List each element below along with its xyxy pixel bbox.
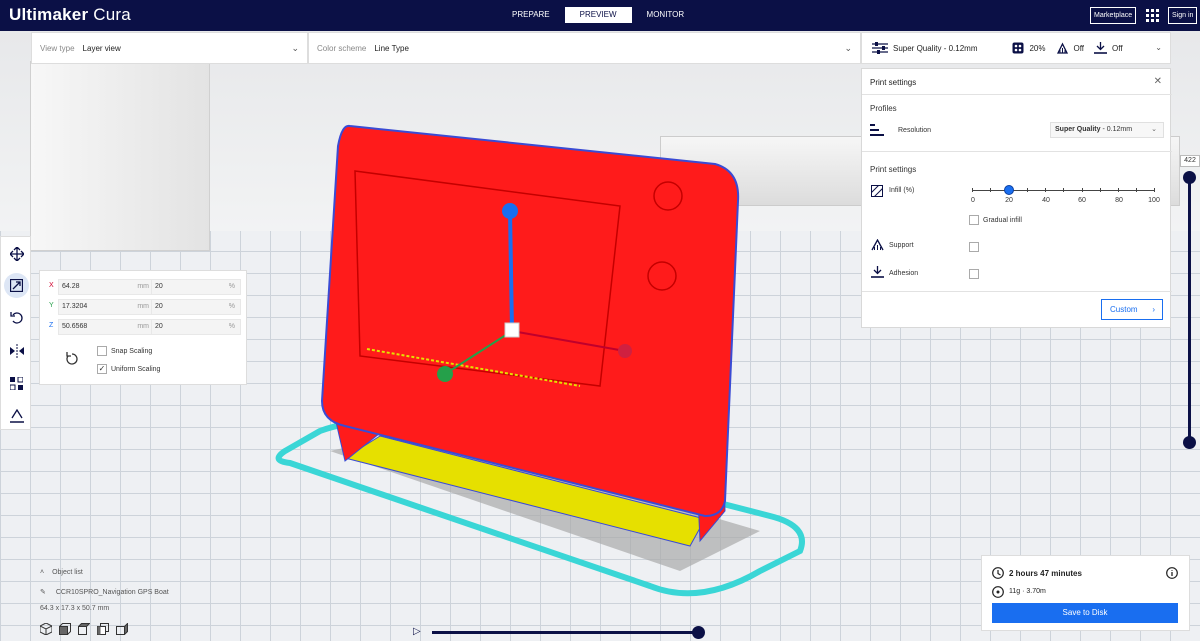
move-tool-icon[interactable] <box>4 241 29 266</box>
infill-pattern-icon <box>871 185 883 197</box>
top-view-icon[interactable] <box>78 623 90 635</box>
simulation-timeline[interactable] <box>432 631 698 634</box>
apps-grid-icon[interactable] <box>1146 9 1159 22</box>
scale-z-percent-input[interactable]: 20% <box>151 319 241 335</box>
chevron-down-icon: ⌄ <box>844 43 852 53</box>
infill-icon <box>1012 42 1024 54</box>
info-icon[interactable] <box>1166 567 1178 579</box>
save-to-disk-button[interactable]: Save to Disk <box>992 603 1178 623</box>
top-bar: Ultimaker Cura PREPARE PREVIEW MONITOR M… <box>0 0 1200 31</box>
support-checkbox[interactable] <box>969 242 979 252</box>
sliders-icon <box>872 42 888 54</box>
scale-x-mm-input[interactable]: 64.28 mm <box>58 279 155 295</box>
scale-x-percent-input[interactable]: 20% <box>151 279 241 295</box>
adhesion-icon <box>871 266 884 278</box>
reset-icon[interactable] <box>65 352 79 366</box>
front-view-icon[interactable] <box>59 623 71 635</box>
color-scheme-dropdown[interactable]: Color scheme Line Type ⌄ <box>308 32 861 64</box>
support-blocker-icon[interactable] <box>4 403 29 428</box>
chevron-up-icon: ˄ <box>40 569 45 576</box>
play-icon[interactable]: ▷ <box>413 626 421 637</box>
uniform-scaling-checkbox[interactable]: ✓ <box>97 364 107 374</box>
timeline-handle[interactable] <box>692 626 705 639</box>
scale-row-x: X 64.28 mm 20% <box>49 279 241 295</box>
3d-view-icon[interactable] <box>40 623 52 635</box>
support-icon <box>1056 42 1068 54</box>
camera-view-buttons <box>40 623 128 635</box>
mirror-tool-icon[interactable] <box>4 338 29 363</box>
spool-icon <box>992 586 1004 598</box>
custom-button[interactable]: Custom › <box>1101 299 1163 320</box>
view-type-dropdown[interactable]: View type Layer view ⌄ <box>31 32 308 64</box>
scale-row-y: Y 17.3204 mm 20% <box>49 299 241 315</box>
print-settings-header[interactable]: Super Quality - 0.12mm 20% Off Off ⌄ <box>861 32 1171 64</box>
infill-slider-handle[interactable] <box>1004 185 1014 195</box>
sign-in-button[interactable]: Sign in <box>1168 7 1198 24</box>
marketplace-button[interactable]: Marketplace <box>1090 7 1137 24</box>
close-icon[interactable]: ✕ <box>1154 76 1162 87</box>
support-icon <box>871 239 884 251</box>
layer-slider-bottom-handle[interactable] <box>1183 436 1196 449</box>
stage-tabs: PREPARE PREVIEW MONITOR <box>497 7 699 23</box>
print-estimate-panel: 2 hours 47 minutes 11g · 3.70m Save to D… <box>981 555 1190 631</box>
gradual-infill-checkbox[interactable] <box>969 215 979 225</box>
tab-monitor[interactable]: MONITOR <box>632 7 700 23</box>
chevron-right-icon: › <box>1152 305 1155 314</box>
scale-row-z: Z 50.6568 mm 20% <box>49 319 241 335</box>
tab-prepare[interactable]: PREPARE <box>497 7 565 23</box>
infill-slider[interactable] <box>972 188 1155 192</box>
adhesion-icon <box>1094 42 1108 54</box>
scale-z-mm-input[interactable]: 50.6568 mm <box>58 319 155 335</box>
rotate-tool-icon[interactable] <box>4 305 29 330</box>
layer-slider[interactable] <box>1188 177 1191 442</box>
per-model-settings-icon[interactable] <box>4 371 29 396</box>
layer-slider-top-handle[interactable] <box>1183 171 1196 184</box>
pencil-icon[interactable]: ✎ <box>40 589 46 596</box>
resolution-icon <box>870 124 884 136</box>
object-dimensions: 64.3 x 17.3 x 50.7 mm <box>40 605 110 612</box>
scale-y-mm-input[interactable]: 17.3204 mm <box>58 299 155 315</box>
print-settings-panel: Print settings ✕ Profiles Resolution Sup… <box>861 68 1172 328</box>
tab-preview[interactable]: PREVIEW <box>564 7 632 23</box>
profile-dropdown[interactable]: Super Quality - 0.12mm ⌄ <box>1050 122 1164 138</box>
right-view-icon[interactable] <box>116 623 128 635</box>
left-view-icon[interactable] <box>97 623 109 635</box>
scale-panel: X 64.28 mm 20% Y 17.3204 mm 20% Z 50.6568 m… <box>39 270 247 385</box>
object-list-toggle[interactable]: ˄ Object list <box>40 569 83 576</box>
app-logo: Ultimaker Cura <box>9 5 131 24</box>
chevron-down-icon: ⌄ <box>1155 43 1162 52</box>
clock-icon <box>992 567 1004 579</box>
chevron-down-icon: ⌄ <box>1151 126 1157 133</box>
chevron-down-icon: ⌄ <box>291 43 299 53</box>
object-name: ✎ CCR10SPRO_Navigation GPS Boat <box>40 589 169 596</box>
scale-y-percent-input[interactable]: 20% <box>151 299 241 315</box>
tool-bar <box>0 236 31 430</box>
snap-scaling-checkbox[interactable] <box>97 346 107 356</box>
scale-tool-icon[interactable] <box>4 273 29 298</box>
adhesion-checkbox[interactable] <box>969 269 979 279</box>
layer-number[interactable]: 422 <box>1180 155 1200 167</box>
